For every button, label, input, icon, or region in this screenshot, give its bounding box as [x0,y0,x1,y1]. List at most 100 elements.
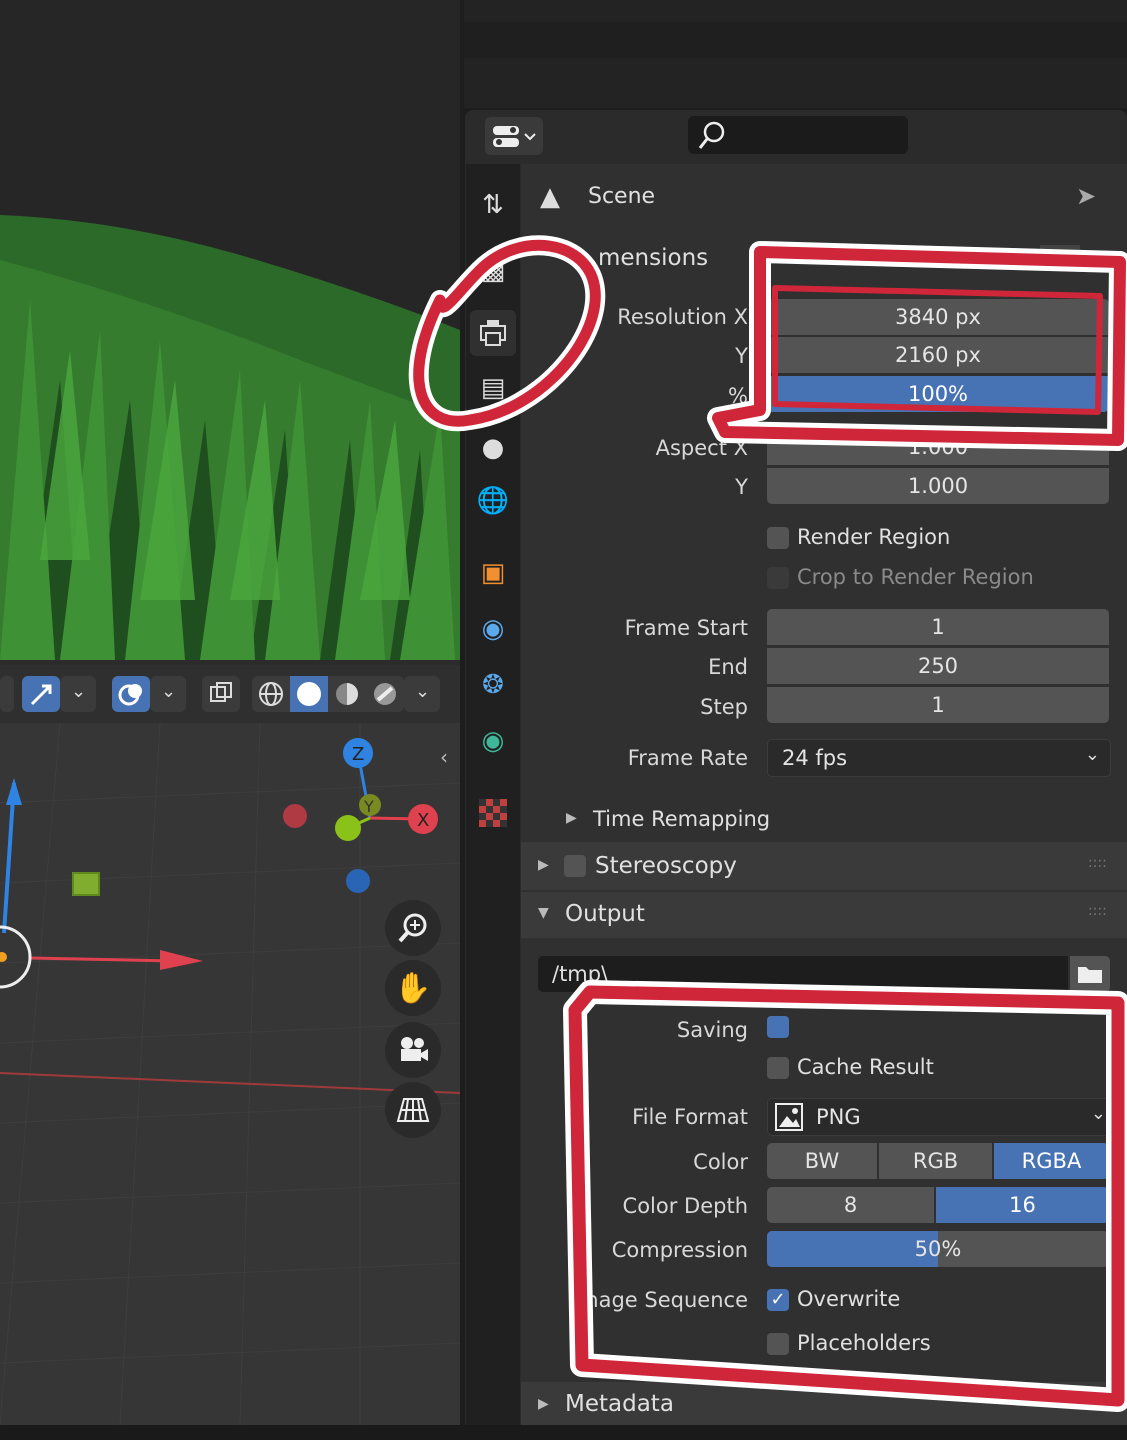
physics-icon: ◉ [481,614,505,644]
tab-tool[interactable]: ⇅ [470,182,516,228]
frame-rate-label: Frame Rate [627,746,748,770]
overwrite-checkbox[interactable]: ✓ [767,1289,789,1311]
search-input[interactable] [688,116,908,154]
collapse-arrow-icon[interactable]: ▼ [538,905,549,921]
compression-fill [767,1231,938,1267]
scene-context-icon: ▲ [540,182,560,212]
pan-button[interactable]: ✋ [385,960,441,1016]
aspect-y-field[interactable]: 1.000 [767,468,1109,504]
grass-render [0,0,460,660]
aspect-y-label: Y [735,475,748,499]
color-rgb-button[interactable]: RGB [879,1143,992,1179]
image-file-icon [775,1103,803,1131]
pin-icon[interactable]: ➤ [1076,182,1096,210]
color-bw-button[interactable]: BW [767,1143,877,1179]
tab-constraints[interactable]: ❂ [470,662,516,708]
tool-icon: ⇅ [482,190,504,220]
shading-dropdown[interactable]: ⌄ [404,676,440,712]
drag-handle-icon[interactable]: :::: [1088,903,1107,919]
cache-result-checkbox[interactable] [767,1057,789,1079]
frame-step-field[interactable]: 1 [767,687,1109,723]
context-title: Scene [588,184,656,209]
tab-render[interactable]: ▩ [470,248,516,294]
placeholders-label: Placeholders [797,1331,931,1355]
object-icon: ▣ [480,558,506,588]
tab-world[interactable]: 🌐 [470,478,516,524]
output-path-field[interactable]: /tmp\ [538,956,1068,992]
depth-16-button[interactable]: 16 [936,1187,1109,1223]
depth-8-button[interactable]: 8 [767,1187,934,1223]
panel-presets-icon[interactable] [1040,245,1080,255]
drag-handle-icon[interactable]: :::: [1088,855,1107,871]
camera-icon [401,1037,428,1061]
viewport-menu-button[interactable] [0,676,14,712]
projection-toggle-button[interactable] [385,1082,441,1138]
resolution-x-label: Resolution X [617,305,748,329]
file-format-label: File Format [632,1105,748,1129]
navigation-gizmo[interactable]: Z Y X [280,735,450,905]
resolution-percent-field[interactable]: 100% [767,376,1109,412]
resolution-y-field[interactable]: 2160 px [767,337,1109,373]
saving-label: Saving [676,1018,748,1042]
frame-rate-value: 24 fps [782,746,848,770]
properties-editor-icon [493,126,536,147]
tab-texture[interactable] [470,790,516,836]
aspect-x-field[interactable]: 1.000 [767,429,1109,465]
stereoscopy-checkbox[interactable] [564,855,586,877]
tab-output[interactable] [470,310,516,356]
gizmo-dropdown[interactable]: ⌄ [60,676,96,712]
shading-wireframe-button[interactable] [252,676,290,712]
browse-folder-button[interactable] [1070,956,1110,992]
shading-solid-button[interactable] [290,676,328,712]
file-format-dropdown[interactable]: PNG ⌄ [767,1098,1111,1136]
zoom-button[interactable] [385,900,441,956]
editor-type-button[interactable] [485,117,543,155]
expand-arrow-icon[interactable]: ▶ [538,857,549,873]
tab-physics[interactable]: ◉ [470,606,516,652]
tab-view-layer[interactable]: ▤ [470,365,516,411]
tab-scene[interactable]: ● [470,425,516,471]
render-region-checkbox[interactable] [767,527,789,549]
hand-icon: ✋ [394,970,432,1006]
color-depth-label: Color Depth [622,1194,748,1218]
color-label: Color [693,1150,748,1174]
placeholders-checkbox[interactable] [767,1333,789,1355]
printer-icon [480,320,506,346]
sidebar-toggle-arrow[interactable]: ‹ [440,745,460,775]
shading-material-button[interactable] [328,676,366,712]
overlays-dropdown[interactable]: ⌄ [150,676,186,712]
tab-object-data[interactable]: ◉ [470,718,516,764]
overlays-toggle-button[interactable] [112,676,150,712]
time-remapping-subpanel[interactable]: Time Remapping [593,807,770,831]
compression-slider[interactable]: 50% [767,1231,1109,1267]
color-rgba-button[interactable]: RGBA [994,1143,1109,1179]
chevron-down-icon: ⌄ [71,681,87,702]
render-region-label: Render Region [797,525,951,549]
frame-end-field[interactable]: 250 [767,648,1109,684]
expand-arrow-icon[interactable]: ▶ [538,1396,549,1412]
frame-rate-dropdown[interactable]: 24 fps ⌄ [767,739,1111,777]
frame-start-field[interactable]: 1 [767,609,1109,645]
frame-end-label: End [708,655,748,679]
crop-region-checkbox[interactable] [767,567,789,589]
3d-viewport[interactable]: ⌄ ⌄ ⌄ Z Y X ✋ ‹ [0,0,460,1425]
chevron-down-icon: ⌄ [1084,744,1100,765]
render-icon: ▩ [480,256,506,286]
resolution-x-field[interactable]: 3840 px [767,299,1109,335]
dimensions-panel-title[interactable]: mensions [598,245,708,271]
expand-arrow-icon[interactable]: ▶ [566,810,577,826]
resolution-percent-label: % [728,384,748,408]
camera-view-button[interactable] [385,1022,441,1078]
xray-toggle-button[interactable] [202,676,240,712]
tab-object[interactable]: ▣ [470,550,516,596]
gizmo-y-label: Y [363,797,374,816]
cache-result-label: Cache Result [797,1055,934,1079]
compression-value: 50% [914,1237,962,1261]
shading-rendered-button[interactable] [366,676,404,712]
stereoscopy-title: Stereoscopy [595,853,737,879]
gizmo-z-label: Z [352,744,364,765]
gizmo-toggle-button[interactable] [22,676,60,712]
output-path-value: /tmp\ [552,962,609,986]
file-extensions-checkbox[interactable] [767,1016,789,1038]
aspect-x-label: Aspect X [655,436,748,460]
